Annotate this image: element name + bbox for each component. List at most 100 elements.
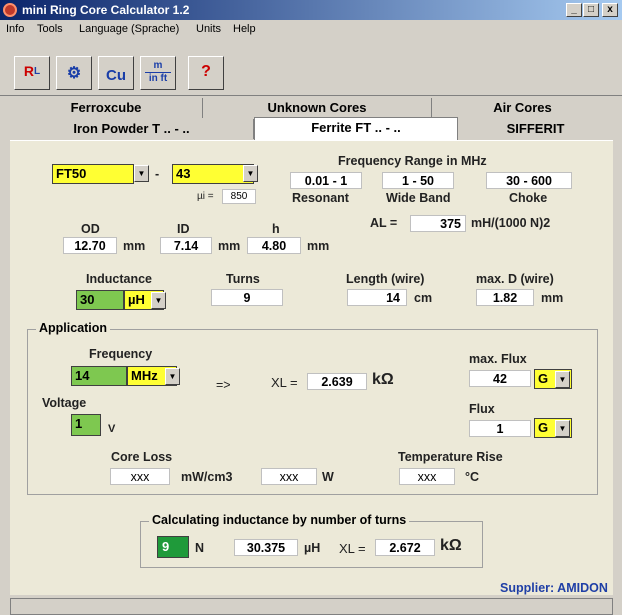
core-type-value: FT50	[56, 166, 87, 181]
menu-info[interactable]: Info	[6, 23, 24, 35]
coreloss-label: Core Loss	[111, 450, 173, 464]
frequency-unit-dropdown-icon[interactable]: ▼	[165, 368, 180, 385]
toolbar-l-label: L	[34, 66, 41, 77]
w-value: xxx	[261, 468, 317, 485]
al-label: AL =	[370, 216, 398, 230]
frequency-label: Frequency	[89, 347, 153, 361]
material-value: 43	[176, 166, 191, 181]
voltage-input[interactable]: 1	[71, 414, 101, 436]
material-select[interactable]: 43	[172, 164, 254, 184]
maxd-unit: mm	[541, 291, 564, 305]
toolbar-help-button[interactable]: ?	[188, 56, 224, 90]
temp-unit: °C	[465, 470, 480, 484]
coreloss-unit: mW/cm3	[181, 470, 233, 484]
menu-language[interactable]: Language (Sprache)	[79, 23, 179, 35]
flux-value: 1	[469, 420, 531, 437]
xl-value: 2.639	[307, 373, 367, 390]
al-value: 375	[410, 215, 466, 232]
maxflux-label: max. Flux	[469, 352, 527, 366]
inductance-label: Inductance	[86, 272, 152, 286]
tab-ferroxcube[interactable]: Ferroxcube	[10, 98, 203, 118]
voltage-unit: V	[108, 423, 116, 435]
al-unit: mH/(1000 N)2	[471, 216, 551, 230]
tab-sifferit[interactable]: SIFFERIT	[458, 119, 613, 139]
window-title: mini Ring Core Calculator 1.2	[22, 3, 190, 17]
tab-iron-powder[interactable]: Iron Powder T .. - ..	[10, 119, 254, 139]
length-label: Length (wire)	[346, 272, 425, 286]
choke-label: Choke	[509, 191, 548, 205]
ferrite-pane: FT50 ▼ - 43 ▼ µi = 850 Frequency Range i…	[10, 140, 613, 595]
inductance-unit-value: µH	[128, 292, 145, 307]
core-type-select[interactable]: FT50	[52, 164, 134, 184]
material-dropdown-icon[interactable]: ▼	[243, 165, 258, 182]
maxflux-value: 42	[469, 370, 531, 387]
menu-bar: Info Tools Language (Sprache) Units Help	[0, 20, 622, 39]
flux-unit-value: G	[538, 420, 549, 435]
inductance-value: 30	[80, 292, 95, 307]
app-icon	[3, 3, 17, 17]
voltage-label: Voltage	[42, 396, 87, 410]
frequency-input[interactable]: 14	[71, 366, 127, 386]
choke-range: 30 - 600	[486, 172, 572, 189]
maxd-value: 1.82	[476, 289, 534, 306]
flux-label: Flux	[469, 402, 495, 416]
toolbar: RL ⚙ Cu m in ft ?	[0, 40, 622, 96]
length-unit: cm	[414, 291, 433, 305]
circuit-icon: ⚙	[66, 65, 82, 82]
close-button[interactable]: x	[602, 3, 618, 17]
calc-xl-value: 2.672	[375, 539, 435, 556]
frequency-unit-value: MHz	[131, 368, 158, 383]
mu-label: µi =	[197, 191, 214, 202]
supplier-label: Supplier: AMIDON	[500, 581, 608, 595]
menu-units[interactable]: Units	[196, 23, 221, 35]
turns-calc-input[interactable]: 9	[157, 536, 189, 558]
temp-label: Temperature Rise	[398, 450, 503, 464]
temp-value: xxx	[399, 468, 455, 485]
turns-label: Turns	[226, 272, 260, 286]
coreloss-value: xxx	[110, 468, 170, 485]
tab-unknown-cores[interactable]: Unknown Cores	[203, 98, 432, 118]
wideband-range: 1 - 50	[382, 172, 454, 189]
copper-icon: Cu	[106, 67, 126, 84]
h-value: 4.80	[247, 237, 301, 254]
toolbar-ferrite-button[interactable]: RL	[14, 56, 50, 90]
xl-unit: kΩ	[372, 371, 394, 388]
toolbar-r-label: R	[23, 63, 34, 79]
help-icon: ?	[201, 63, 211, 80]
resonant-label: Resonant	[292, 191, 349, 205]
calc-title: Calculating inductance by number of turn…	[149, 513, 410, 527]
units-inft-label: in ft	[145, 72, 171, 84]
h-unit: mm	[307, 239, 330, 253]
inductance-input[interactable]: 30	[76, 290, 124, 310]
status-bar	[10, 598, 613, 615]
menu-tools[interactable]: Tools	[37, 23, 63, 35]
turns-calc-value: 9	[162, 539, 170, 554]
inductance-unit-dropdown-icon[interactable]: ▼	[151, 292, 166, 309]
toolbar-circuit-button[interactable]: ⚙	[56, 56, 92, 90]
maxflux-unit-dropdown-icon[interactable]: ▼	[555, 371, 570, 388]
wideband-label: Wide Band	[386, 191, 451, 205]
w-unit: W	[322, 470, 334, 484]
flux-unit-dropdown-icon[interactable]: ▼	[555, 420, 570, 437]
freq-range-title: Frequency Range in MHz	[338, 154, 487, 168]
minimize-button[interactable]: _	[566, 3, 582, 17]
application-title: Application	[36, 321, 111, 335]
tab-ferrite[interactable]: Ferrite FT .. - ..	[254, 117, 458, 140]
mu-value: 850	[222, 189, 256, 204]
calc-xl-unit: kΩ	[440, 537, 462, 554]
h-label: h	[272, 222, 280, 236]
calc-inductance-value: 30.375	[234, 539, 298, 556]
maximize-button[interactable]: □	[583, 3, 599, 17]
toolbar-units-button[interactable]: m in ft	[140, 56, 176, 90]
id-unit: mm	[218, 239, 241, 253]
core-dash: -	[155, 167, 160, 181]
maxflux-unit-value: G	[538, 371, 549, 386]
menu-help[interactable]: Help	[233, 23, 256, 35]
title-bar: mini Ring Core Calculator 1.2 _ □ x	[0, 0, 622, 20]
frequency-value: 14	[75, 368, 90, 383]
core-type-dropdown-icon[interactable]: ▼	[134, 165, 149, 182]
toolbar-copper-button[interactable]: Cu	[98, 56, 134, 90]
tab-air-cores[interactable]: Air Cores	[432, 98, 613, 118]
turns-value: 9	[211, 289, 283, 306]
calc-inductance-unit: µH	[304, 541, 321, 555]
